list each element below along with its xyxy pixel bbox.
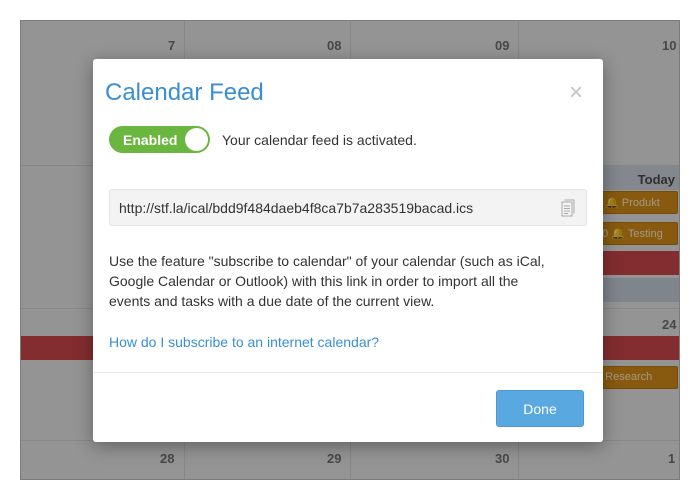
close-icon[interactable]: × xyxy=(569,81,583,105)
feed-status-text: Your calendar feed is activated. xyxy=(222,132,417,148)
done-button[interactable]: Done xyxy=(496,390,584,427)
feed-url[interactable]: http://stf.la/ical/bdd9f484daeb4f8ca7b7a… xyxy=(119,200,473,216)
feed-url-field[interactable]: http://stf.la/ical/bdd9f484daeb4f8ca7b7a… xyxy=(109,189,587,226)
toggle-label: Enabled xyxy=(123,132,178,148)
subscribe-help-link[interactable]: How do I subscribe to an internet calend… xyxy=(109,334,379,350)
calendar-feed-dialog: Calendar Feed × Enabled Your calendar fe… xyxy=(93,59,603,442)
feed-instructions: Use the feature "subscribe to calendar" … xyxy=(109,253,545,309)
dialog-divider xyxy=(93,372,603,373)
toggle-knob xyxy=(185,128,208,151)
copy-icon[interactable] xyxy=(561,199,575,217)
feed-enabled-toggle[interactable]: Enabled xyxy=(109,126,210,153)
dialog-title: Calendar Feed xyxy=(105,79,264,106)
